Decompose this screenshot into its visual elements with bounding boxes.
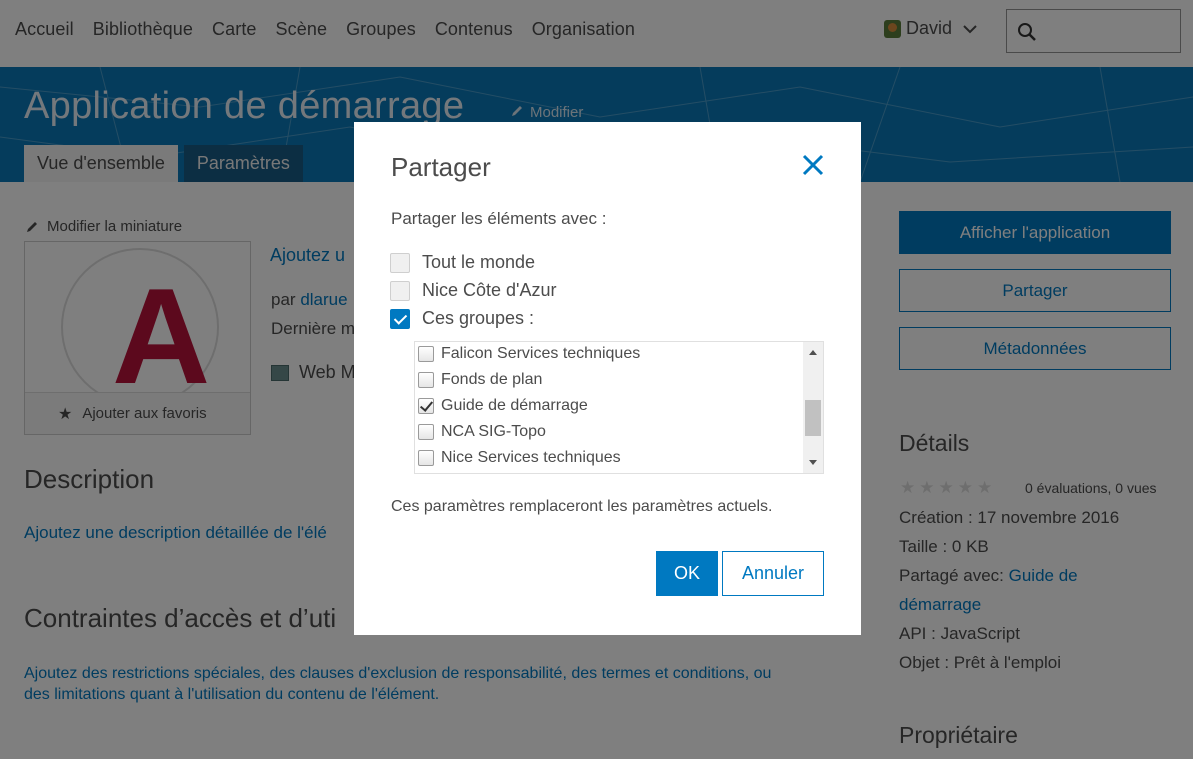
option-label: Tout le monde xyxy=(422,252,536,272)
checkbox-groups[interactable] xyxy=(390,308,410,329)
option-label: Ces groupes : xyxy=(422,308,535,328)
list-item[interactable]: Guide de démarrage xyxy=(418,393,588,419)
option-groups[interactable]: Ces groupes : xyxy=(390,308,534,329)
group-label: Fonds de plan xyxy=(441,371,543,388)
dialog-note: Ces paramètres remplaceront les paramètr… xyxy=(391,498,773,515)
list-item[interactable]: NCA SIG-Topo xyxy=(418,419,546,445)
group-label: Guide de démarrage xyxy=(441,397,588,414)
checkbox-everyone[interactable] xyxy=(390,252,410,273)
option-everyone[interactable]: Tout le monde xyxy=(390,252,535,273)
list-item[interactable]: Fonds de plan xyxy=(418,367,542,393)
group-label: Falicon Services techniques xyxy=(441,345,641,362)
share-dialog: Partager Partager les éléments avec : To… xyxy=(354,122,861,635)
scroll-down-icon[interactable] xyxy=(809,460,817,465)
checkbox-organization[interactable] xyxy=(390,280,410,301)
scrollbar-thumb[interactable] xyxy=(805,400,821,436)
group-checkbox[interactable] xyxy=(418,450,434,466)
dialog-subtitle: Partager les éléments avec : xyxy=(391,209,607,228)
scroll-up-icon[interactable] xyxy=(809,350,817,355)
ok-button[interactable]: OK xyxy=(656,551,718,596)
groups-scrollbar[interactable] xyxy=(803,342,823,473)
group-label: Nice Services techniques xyxy=(441,449,621,466)
option-label: Nice Côte d'Azur xyxy=(422,280,557,300)
group-checkbox[interactable] xyxy=(418,372,434,388)
list-item[interactable]: Nice Services techniques xyxy=(418,445,621,471)
groups-list: Falicon Services techniques Fonds de pla… xyxy=(414,341,824,474)
close-icon[interactable] xyxy=(800,152,826,178)
list-item[interactable]: Falicon Services techniques xyxy=(418,342,641,367)
group-checkbox[interactable] xyxy=(418,398,434,414)
option-organization[interactable]: Nice Côte d'Azur xyxy=(390,280,557,301)
group-checkbox[interactable] xyxy=(418,424,434,440)
cancel-button[interactable]: Annuler xyxy=(722,551,824,596)
group-label: NCA SIG-Topo xyxy=(441,423,546,440)
group-checkbox[interactable] xyxy=(418,346,434,362)
dialog-title: Partager xyxy=(391,152,491,182)
